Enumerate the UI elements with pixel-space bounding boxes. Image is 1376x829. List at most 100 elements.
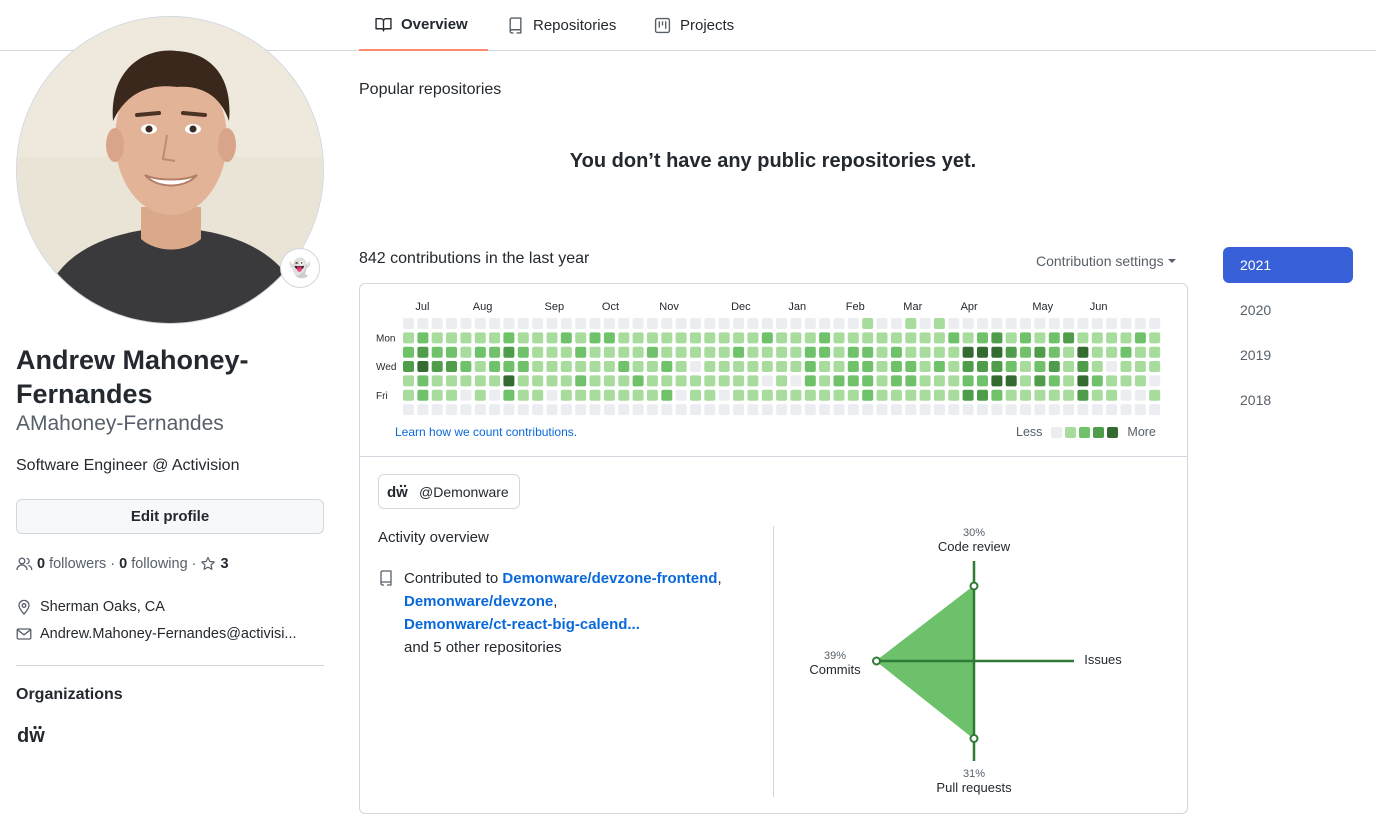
- contribution-day[interactable]: [761, 318, 773, 329]
- contribution-day[interactable]: [847, 318, 859, 329]
- contribution-day[interactable]: [747, 375, 759, 387]
- contribution-day[interactable]: [804, 389, 816, 401]
- contribution-day[interactable]: [1034, 389, 1046, 401]
- contribution-day[interactable]: [991, 346, 1003, 358]
- contribution-day[interactable]: [1091, 389, 1103, 401]
- contribution-day[interactable]: [646, 375, 658, 387]
- contribution-day[interactable]: [474, 361, 486, 372]
- contribution-day[interactable]: [919, 389, 931, 401]
- contribution-day[interactable]: [876, 361, 888, 372]
- contribution-day[interactable]: [977, 318, 988, 329]
- contribution-day[interactable]: [1063, 332, 1075, 344]
- contribution-day[interactable]: [833, 375, 845, 387]
- email-item[interactable]: Andrew.Mahoney-Fernandes@activisi...: [16, 626, 326, 642]
- contribution-day[interactable]: [532, 389, 544, 401]
- contribution-day[interactable]: [517, 389, 529, 401]
- contribution-day[interactable]: [991, 404, 1003, 416]
- contribution-day[interactable]: [575, 404, 587, 416]
- contribution-day[interactable]: [1005, 375, 1017, 387]
- contribution-day[interactable]: [1106, 332, 1118, 344]
- contribution-day[interactable]: [1048, 346, 1060, 358]
- contribution-day[interactable]: [546, 332, 558, 344]
- contribution-day[interactable]: [919, 375, 931, 387]
- contribution-day[interactable]: [890, 361, 902, 372]
- contribution-day[interactable]: [503, 346, 515, 358]
- contribution-day[interactable]: [718, 332, 730, 344]
- contribution-day[interactable]: [460, 332, 472, 344]
- contribution-day[interactable]: [632, 389, 644, 401]
- contribution-day[interactable]: [991, 375, 1003, 387]
- contribution-day[interactable]: [733, 346, 745, 358]
- contribution-day[interactable]: [589, 404, 601, 416]
- contribution-day[interactable]: [704, 318, 716, 329]
- contribution-day[interactable]: [403, 404, 414, 416]
- contribution-day[interactable]: [489, 318, 501, 329]
- contribution-day[interactable]: [690, 389, 701, 401]
- contribution-day[interactable]: [503, 389, 515, 401]
- contribution-day[interactable]: [532, 375, 544, 387]
- contribution-day[interactable]: [804, 361, 816, 372]
- contribution-day[interactable]: [503, 404, 515, 416]
- contribution-day[interactable]: [905, 332, 917, 344]
- contribution-day[interactable]: [1091, 346, 1103, 358]
- contribution-day[interactable]: [1020, 404, 1031, 416]
- contribution-day[interactable]: [1120, 332, 1132, 344]
- contribution-day[interactable]: [1149, 375, 1161, 387]
- contribution-day[interactable]: [1048, 404, 1060, 416]
- contribution-day[interactable]: [747, 332, 759, 344]
- contribution-day[interactable]: [905, 389, 917, 401]
- contribution-day[interactable]: [618, 332, 630, 344]
- contribution-day[interactable]: [1020, 361, 1031, 372]
- contribution-day[interactable]: [431, 332, 443, 344]
- contribution-day[interactable]: [776, 318, 788, 329]
- contribution-day[interactable]: [819, 332, 831, 344]
- contribution-day[interactable]: [403, 332, 414, 344]
- contribution-day[interactable]: [919, 332, 931, 344]
- contribution-day[interactable]: [718, 318, 730, 329]
- contribution-day[interactable]: [646, 389, 658, 401]
- contribution-day[interactable]: [646, 346, 658, 358]
- contribution-day[interactable]: [819, 361, 831, 372]
- contribution-day[interactable]: [1091, 318, 1103, 329]
- contribution-day[interactable]: [991, 318, 1003, 329]
- contribution-day[interactable]: [489, 332, 501, 344]
- contribution-day[interactable]: [991, 389, 1003, 401]
- contribution-day[interactable]: [704, 346, 716, 358]
- contribution-day[interactable]: [603, 404, 615, 416]
- contribution-day[interactable]: [890, 318, 902, 329]
- contribution-day[interactable]: [1120, 375, 1132, 387]
- contribution-day[interactable]: [919, 346, 931, 358]
- contribution-day[interactable]: [933, 389, 945, 401]
- contribution-day[interactable]: [431, 346, 443, 358]
- contribution-day[interactable]: [790, 361, 802, 372]
- contribution-day[interactable]: [1120, 361, 1132, 372]
- contribution-day[interactable]: [933, 404, 945, 416]
- contribution-day[interactable]: [1005, 318, 1017, 329]
- contribution-day[interactable]: [489, 404, 501, 416]
- contribution-day[interactable]: [446, 361, 457, 372]
- contribution-day[interactable]: [474, 404, 486, 416]
- contribution-day[interactable]: [747, 346, 759, 358]
- contribution-day[interactable]: [589, 346, 601, 358]
- contribution-day[interactable]: [819, 389, 831, 401]
- contribution-day[interactable]: [546, 389, 558, 401]
- contribution-day[interactable]: [704, 332, 716, 344]
- contribution-day[interactable]: [618, 404, 630, 416]
- contribution-day[interactable]: [417, 318, 429, 329]
- contribution-day[interactable]: [618, 361, 630, 372]
- contribution-day[interactable]: [962, 318, 974, 329]
- contribution-day[interactable]: [618, 346, 630, 358]
- contribution-day[interactable]: [733, 332, 745, 344]
- contribution-day[interactable]: [560, 404, 572, 416]
- contribution-day[interactable]: [1134, 346, 1146, 358]
- contribution-day[interactable]: [977, 361, 988, 372]
- contribution-day[interactable]: [403, 346, 414, 358]
- contribution-day[interactable]: [589, 375, 601, 387]
- contribution-day[interactable]: [905, 318, 917, 329]
- contribution-day[interactable]: [962, 389, 974, 401]
- contribution-day[interactable]: [1149, 404, 1161, 416]
- contribution-day[interactable]: [546, 318, 558, 329]
- contribution-day[interactable]: [1091, 332, 1103, 344]
- contribution-day[interactable]: [919, 361, 931, 372]
- contribution-day[interactable]: [1005, 361, 1017, 372]
